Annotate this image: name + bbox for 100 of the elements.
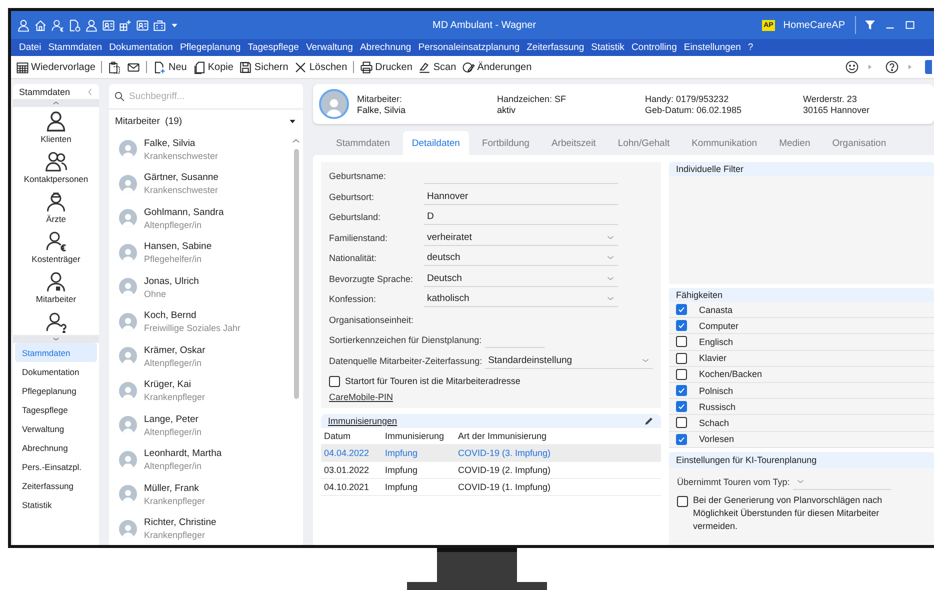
pencil-icon[interactable]	[644, 416, 654, 426]
module-item[interactable]: Pers.-Einsatzpl.	[15, 457, 97, 476]
employee-name[interactable]: Müller, Frank	[144, 482, 206, 494]
tab[interactable]: Detaildaten	[402, 131, 469, 155]
table-row[interactable]: 04.10.2021 Impfung COVID-19 (1. Impfung)	[321, 479, 661, 496]
menu-item[interactable]: Dokumentation	[109, 42, 173, 53]
smiley-icon[interactable]	[845, 60, 859, 74]
employee-name[interactable]: Gohlmann, Sandra	[144, 206, 224, 218]
toolbar-button[interactable]: Scan	[415, 60, 460, 74]
toolbar-button[interactable]: Sichern	[236, 60, 292, 74]
shortcut-button[interactable]: Kontaktpersonen	[13, 147, 99, 187]
dropdown-field[interactable]: Standardeinstellung	[485, 352, 653, 369]
column-header[interactable]: Art der Immunisierung	[455, 431, 661, 441]
section-title[interactable]: Immunisierungen	[328, 416, 398, 426]
shortcut-button[interactable]: Kostenträger	[13, 227, 99, 267]
checkbox[interactable]	[676, 320, 687, 332]
menu-item[interactable]: Personaleinsatzplanung	[418, 42, 520, 53]
module-item[interactable]: Tagespflege	[15, 400, 97, 419]
id-card-icon[interactable]	[102, 18, 115, 32]
checkbox-label: Polnisch	[699, 386, 734, 396]
person-euro-icon[interactable]	[51, 18, 64, 32]
menu-item[interactable]: Datei	[19, 42, 42, 53]
checkbox[interactable]	[676, 401, 687, 412]
menu-item[interactable]: Controlling	[631, 42, 677, 53]
toolbar-button[interactable]: Neu	[150, 60, 190, 74]
document-icon[interactable]	[68, 18, 81, 32]
checkbox[interactable]	[676, 352, 687, 364]
module-item[interactable]: Stammdaten	[15, 343, 97, 362]
tab[interactable]: Kommunikation	[682, 131, 766, 155]
menu-item[interactable]: ?	[748, 42, 754, 53]
delete-icon	[294, 60, 308, 74]
scrollbar-thumb[interactable]	[294, 149, 298, 399]
employee-name[interactable]: Krämer, Oskar	[144, 344, 206, 356]
table-row[interactable]: 03.01.2022 Impfung COVID-19 (2. Impfung)	[321, 462, 661, 479]
tab[interactable]: Fortbildung	[472, 131, 538, 155]
module-item[interactable]: Verwaltung	[15, 419, 97, 438]
menu-item[interactable]: Zeiterfassung	[526, 42, 584, 53]
employee-name[interactable]: Koch, Bernd	[144, 310, 241, 322]
column-header[interactable]: Datum	[321, 431, 382, 441]
menu-item[interactable]: Abrechnung	[360, 42, 412, 53]
dropdown-field[interactable]: deutsch	[424, 250, 618, 266]
menu-item[interactable]: Statistik	[591, 42, 624, 53]
toolbar-button[interactable]: Drucken	[357, 60, 416, 74]
employee-name[interactable]: Richter, Christine	[144, 517, 216, 528]
module-item[interactable]: Dokumentation	[15, 362, 97, 381]
shortcut-button[interactable]: Mitarbeiter	[13, 267, 99, 307]
checkbox[interactable]	[676, 368, 687, 380]
menu-item[interactable]: Tagespflege	[248, 42, 299, 53]
building-icon[interactable]	[153, 18, 166, 32]
menu-item[interactable]: Einstellungen	[684, 42, 741, 53]
module-item[interactable]: Abrechnung	[15, 438, 97, 457]
employee-name[interactable]: Hansen, Sabine	[144, 241, 212, 252]
tab[interactable]: Arbeitszeit	[542, 131, 605, 155]
employee-name[interactable]: Falke, Silvia	[144, 138, 218, 149]
menu-item[interactable]: Stammdaten	[48, 42, 102, 53]
person-icon[interactable]	[85, 18, 98, 32]
checkbox[interactable]	[677, 496, 688, 507]
house-icon[interactable]	[34, 18, 47, 32]
toolbar-button[interactable]: Löschen	[291, 60, 350, 74]
checkbox[interactable]	[676, 304, 687, 316]
id-card-icon[interactable]	[136, 18, 149, 32]
shortcut-button[interactable]: Ärzte	[13, 187, 99, 227]
checkbox[interactable]	[676, 336, 687, 348]
toolbar-button[interactable]: Änderungen	[459, 60, 535, 74]
help-icon[interactable]	[885, 60, 899, 74]
checkbox[interactable]	[329, 376, 340, 386]
maximize-icon[interactable]	[904, 19, 916, 31]
dropdown-field[interactable]: katholisch	[424, 291, 618, 308]
toolbar-button[interactable]: Kopie	[190, 60, 236, 74]
person-icon[interactable]	[17, 18, 30, 32]
menu-item[interactable]: Pflegeplanung	[180, 42, 241, 53]
employee-name[interactable]: Leonhardt, Martha	[144, 448, 222, 460]
tab[interactable]: Medien	[770, 131, 820, 155]
employee-name[interactable]: Krüger, Kai	[144, 379, 206, 390]
input-field[interactable]: Hannover	[424, 188, 618, 205]
toolbar-button[interactable]: Wiedervorlage	[13, 60, 98, 74]
link[interactable]: CareMobile-PIN	[329, 392, 394, 402]
filter-icon[interactable]	[864, 19, 876, 31]
module-item[interactable]: Statistik	[15, 495, 97, 514]
module-item[interactable]: Pflegeplanung	[15, 381, 97, 400]
checkbox[interactable]	[676, 434, 687, 445]
table-row[interactable]: 04.04.2022 Impfung COVID-19 (3. Impfung)	[321, 445, 661, 462]
dropdown-field[interactable]: verheiratet	[424, 230, 618, 246]
shortcut-button[interactable]: Klienten	[13, 107, 99, 147]
search-field[interactable]: Suchbegriff...	[129, 90, 279, 102]
tab[interactable]: Organisation	[823, 131, 896, 155]
person-question-icon[interactable]	[45, 311, 67, 333]
input-field[interactable]: D	[424, 209, 618, 226]
checkbox[interactable]	[676, 385, 687, 396]
employee-name[interactable]: Gärtner, Susanne	[144, 172, 218, 184]
tab[interactable]: Stammdaten	[327, 131, 399, 155]
dropdown-field[interactable]: Deutsch	[424, 270, 618, 287]
employee-name[interactable]: Jonas, Ulrich	[144, 276, 199, 287]
menu-item[interactable]: Verwaltung	[306, 42, 353, 53]
tab[interactable]: Lohn/Gehalt	[608, 131, 679, 155]
column-header[interactable]: Immunisierung	[382, 431, 455, 441]
grid-plus-icon[interactable]	[119, 18, 132, 32]
module-item[interactable]: Zeiterfassung	[15, 476, 97, 495]
employee-name[interactable]: Lange, Peter	[144, 414, 202, 425]
checkbox[interactable]	[676, 417, 687, 428]
